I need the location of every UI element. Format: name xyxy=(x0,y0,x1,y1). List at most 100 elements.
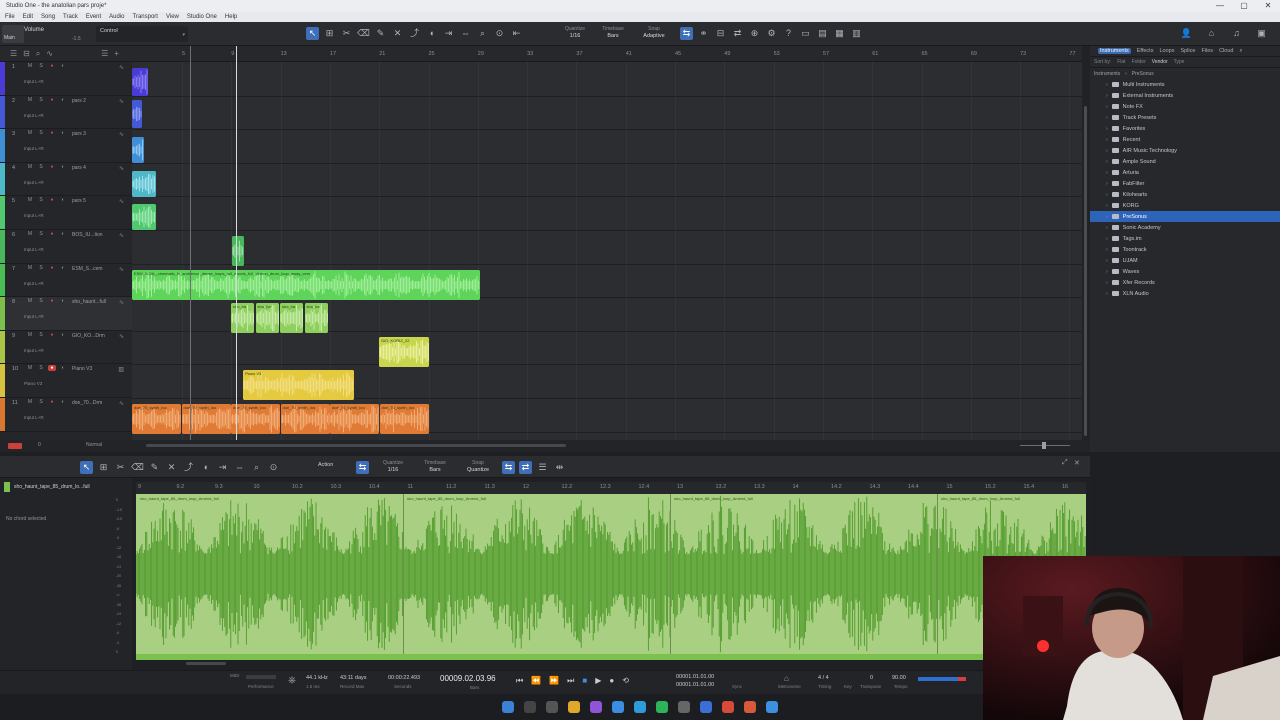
action-menu[interactable]: Action xyxy=(318,462,333,468)
mute-tool-icon[interactable]: ✕ xyxy=(391,27,404,40)
editor-split-view-icon[interactable]: ⇹ xyxy=(553,461,566,474)
forward-to-end-icon[interactable]: ⏭ xyxy=(567,676,574,686)
record-indicator-icon[interactable] xyxy=(8,443,22,449)
start-icon[interactable] xyxy=(502,701,514,713)
menu-audio[interactable]: Audio xyxy=(109,12,124,22)
tab-cloud[interactable]: Cloud xyxy=(1219,48,1233,54)
browser-item[interactable]: › UJAM xyxy=(1090,255,1280,266)
close-editor-icon[interactable]: ✕ xyxy=(1074,459,1080,467)
solo-button[interactable]: S xyxy=(37,298,45,304)
monitor-input-icon[interactable]: ◐ xyxy=(59,197,67,203)
tab-effects[interactable]: Effects xyxy=(1137,48,1154,54)
clip-gio[interactable]: GIO_KORIZ_22 xyxy=(379,336,429,367)
track-input[interactable]: Input L+R xyxy=(24,113,44,118)
menu-studio-one[interactable]: Studio One xyxy=(187,12,217,22)
solo-button[interactable]: S xyxy=(37,399,45,405)
browser-item[interactable]: › Ample Sound xyxy=(1090,156,1280,167)
clip-doe[interactable]: doe_70_synth_loo xyxy=(280,404,330,434)
arrange-vertical-scrollbar[interactable] xyxy=(1082,46,1090,452)
transpose-value[interactable]: 0 xyxy=(870,675,873,681)
monitor-input-icon[interactable]: ◐ xyxy=(59,265,67,271)
solo-button[interactable]: S xyxy=(37,197,45,203)
clip-sho[interactable]: sho_ha xyxy=(280,303,303,334)
expand-arrow-icon[interactable]: › xyxy=(1106,181,1108,187)
listen-tool-icon[interactable]: ◖ xyxy=(425,27,438,40)
track-name[interactable]: Piano V3 xyxy=(72,366,112,372)
clip-doe[interactable]: doe_70_synth_loo xyxy=(132,404,181,434)
editor-paint-tool-icon[interactable]: ✎ xyxy=(148,461,161,474)
editor-quantize-icon[interactable]: ⊙ xyxy=(267,461,280,474)
expand-arrow-icon[interactable]: › xyxy=(1106,115,1108,121)
obs-icon[interactable] xyxy=(722,701,734,713)
track-header[interactable]: 11 M S ● ◐ doe_70...Drm ∿ Input L+R xyxy=(0,398,132,432)
snap-selector[interactable]: Snap Adaptive xyxy=(638,26,670,40)
arrange-view[interactable]: 5 9 13 17 21 25 29 33 37 41 45 49 53 57 61 65 69 73 77 ESM… xyxy=(132,46,1082,452)
chrome-icon[interactable] xyxy=(568,701,580,713)
taskbar-search-icon[interactable] xyxy=(524,701,536,713)
snap-toggle-icon[interactable]: ⇆ xyxy=(680,27,693,40)
loop-marker[interactable] xyxy=(190,46,191,452)
grid-icon[interactable]: ▦ xyxy=(833,27,846,40)
browser-item[interactable]: › Tags.im xyxy=(1090,233,1280,244)
monitor-input-icon[interactable]: ◐ xyxy=(59,164,67,170)
loop-icon[interactable]: ⟲ xyxy=(622,676,629,686)
monitor-input-icon[interactable]: ◐ xyxy=(59,231,67,237)
editor-timebase-selector[interactable]: Timebase Bars xyxy=(420,460,450,474)
editor-zoom-icon[interactable]: ⌕ xyxy=(250,461,263,474)
menu-song[interactable]: Song xyxy=(41,12,55,22)
track-header[interactable]: 4 M S ● ◐ pars 4 ∿ Input L+R xyxy=(0,162,132,197)
menu-edit[interactable]: Edit xyxy=(23,12,33,22)
search-icon[interactable]: ⌕ xyxy=(1239,48,1242,55)
record-arm-button[interactable]: ● xyxy=(48,130,56,136)
rewind-to-start-icon[interactable]: ⏮ xyxy=(516,676,523,686)
browser-item[interactable]: › FabFilter xyxy=(1090,178,1280,189)
editor-snap-icon[interactable]: ⇆ xyxy=(356,461,369,474)
sort-folder[interactable]: Folder xyxy=(1132,59,1146,65)
browser-item[interactable]: › Multi Instruments xyxy=(1090,79,1280,90)
record-panel-icon[interactable]: ⊙ xyxy=(493,27,506,40)
monitor-button[interactable]: M xyxy=(26,365,34,371)
track-name[interactable]: doe_70...Drm xyxy=(72,400,112,406)
browser-item[interactable]: › PreSonus xyxy=(1090,211,1280,222)
clip-pars-1[interactable] xyxy=(132,68,148,96)
clip-doe[interactable]: doe_70_synth_loo xyxy=(231,404,280,434)
clip-pars-5[interactable] xyxy=(132,204,156,231)
marker-icon[interactable]: ⊕ xyxy=(748,27,761,40)
record-arm-button[interactable]: ● xyxy=(48,399,56,405)
editor-waveform[interactable]: sho_haunt_tape_85_drum_loop_Amend_full sh… xyxy=(136,494,1086,654)
task-view-icon[interactable] xyxy=(546,701,558,713)
studio-one-taskbar-icon[interactable] xyxy=(766,701,778,713)
track-input[interactable]: Input L+R xyxy=(24,213,44,218)
expand-arrow-icon[interactable]: › xyxy=(1106,137,1108,143)
user-icon[interactable]: 👤 xyxy=(1180,27,1193,40)
split-tool-icon[interactable]: ✂ xyxy=(340,27,353,40)
browser-item[interactable]: › Arturia xyxy=(1090,167,1280,178)
track-name[interactable]: ESM_S...cem xyxy=(72,266,112,272)
clip-doe[interactable]: doe_70_synth_loo xyxy=(330,404,379,434)
sort-vendor[interactable]: Vendor xyxy=(1152,59,1168,65)
expand-icon[interactable]: ⇔ xyxy=(459,27,472,40)
loop-end[interactable]: 00001.01.01.00 xyxy=(676,682,714,688)
browser-item[interactable]: › Kilohearts xyxy=(1090,189,1280,200)
solo-button[interactable]: S xyxy=(37,63,45,69)
editor-listen-tool-icon[interactable]: ◖ xyxy=(199,461,212,474)
browser-item[interactable]: › Waves xyxy=(1090,266,1280,277)
solo-button[interactable]: S xyxy=(37,97,45,103)
zoom-slider[interactable] xyxy=(1020,442,1070,449)
tracks-tool-icon[interactable]: ⌕ xyxy=(36,49,40,59)
playhead[interactable] xyxy=(236,46,237,452)
automation-icon[interactable]: ∿ xyxy=(46,49,53,58)
monitor-button[interactable]: M xyxy=(26,130,34,136)
track-header[interactable]: 1 M S ● ◐ ∿ Input L+R xyxy=(0,62,132,96)
editor-bend-tool-icon[interactable]: ⤴ xyxy=(182,461,195,474)
browser-item[interactable]: › Track Presets xyxy=(1090,112,1280,123)
expand-arrow-icon[interactable]: › xyxy=(1106,93,1108,99)
track-header[interactable]: 5 M S ● ◐ pars 5 ∿ Input L+R xyxy=(0,196,132,230)
record-arm-button[interactable]: ● xyxy=(48,197,56,203)
clip-pars-4[interactable] xyxy=(132,170,156,197)
editor-link-icon[interactable]: ⇆ xyxy=(502,461,515,474)
clip-pars-3[interactable] xyxy=(132,137,144,164)
browser-item[interactable]: › Sonic Academy xyxy=(1090,222,1280,233)
position-display[interactable]: 00009.02.03.96 xyxy=(440,674,496,683)
rewind-icon[interactable]: ⏪ xyxy=(531,676,541,686)
